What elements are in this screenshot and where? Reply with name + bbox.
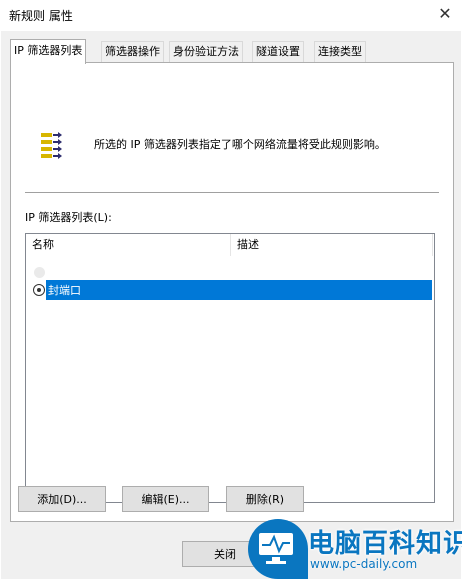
radio-dot	[37, 288, 41, 292]
separator	[25, 192, 439, 193]
add-button[interactable]: 添加(D)...	[18, 486, 106, 512]
column-header-name[interactable]: 名称	[26, 234, 232, 256]
row-radio-button[interactable]	[33, 284, 45, 296]
row-name: 封端口	[48, 284, 81, 297]
tab-connection-type[interactable]: 连接类型	[314, 41, 366, 62]
tab-panel: 所选的 IP 筛选器列表指定了哪个网络流量将受此规则影响。 IP 筛选器列表(L…	[10, 62, 454, 522]
watermark-logo: 电脑百科知识 www.pc-daily.com	[248, 519, 462, 579]
monitor-logo-icon	[248, 519, 308, 579]
filter-list-icon	[41, 132, 62, 159]
table-row[interactable]: 封端口	[46, 280, 432, 300]
radio-placeholder	[34, 267, 45, 278]
title-bar: 新规则 属性 ✕	[0, 0, 462, 30]
tab-tunnel-settings[interactable]: 隧道设置	[252, 41, 304, 62]
dialog-body: IP 筛选器列表 筛选器操作 身份验证方法 隧道设置 连接类型 所选的 IP 筛…	[1, 31, 461, 579]
tab-authentication-methods[interactable]: 身份验证方法	[169, 41, 243, 62]
watermark-text: 电脑百科知识	[308, 529, 462, 559]
remove-button[interactable]: 删除(R)	[226, 486, 304, 512]
watermark-url: www.pc-daily.com	[310, 557, 418, 571]
description-text: 所选的 IP 筛选器列表指定了哪个网络流量将受此规则影响。	[94, 138, 386, 151]
column-divider[interactable]	[432, 234, 433, 256]
window-title: 新规则 属性	[9, 9, 73, 23]
close-icon[interactable]: ✕	[434, 4, 456, 24]
column-header-description[interactable]: 描述	[231, 234, 434, 256]
ip-filter-list-label: IP 筛选器列表(L):	[25, 211, 112, 224]
tab-ip-filter-list[interactable]: IP 筛选器列表	[10, 39, 87, 64]
tab-filter-action[interactable]: 筛选器操作	[101, 41, 164, 62]
ip-filter-listview[interactable]: 名称 描述 封端口	[25, 233, 435, 503]
edit-button[interactable]: 编辑(E)...	[122, 486, 209, 512]
